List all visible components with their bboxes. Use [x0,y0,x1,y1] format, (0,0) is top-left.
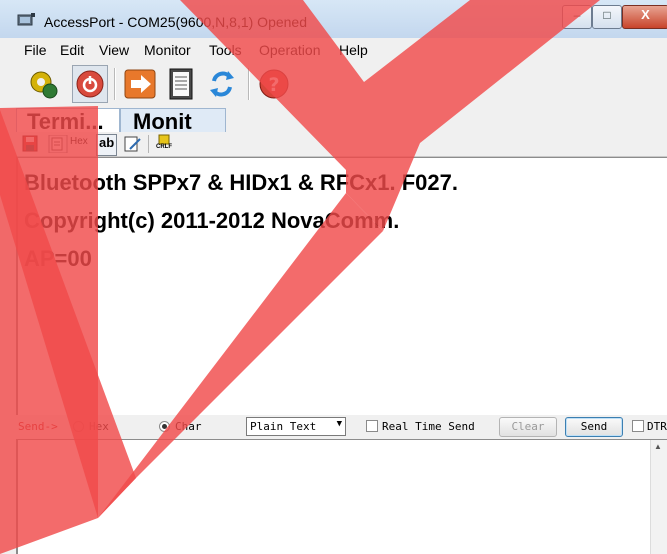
notepad-icon [169,68,193,100]
menu-help[interactable]: Help [339,42,368,58]
hex-radio-label: Hex [89,420,109,433]
char-radio[interactable] [159,421,170,432]
menu-view[interactable]: View [99,42,129,58]
close-button[interactable]: X [622,5,667,29]
title-bar: AccessPort - COM25(9600,N,8,1) Opened – … [0,0,667,38]
save-icon[interactable] [22,135,38,153]
power-icon [76,70,104,98]
toolbar-separator [248,68,250,100]
terminal-line: Copyright(c) 2011-2012 NovaComm. [24,208,400,233]
tab-strip: Termi... Monit [0,108,667,132]
dtr-label: DTR [647,420,667,433]
minimize-icon: – [573,8,581,22]
menu-file[interactable]: File [24,42,47,58]
tab-terminal[interactable]: Termi... [16,108,120,132]
arrow-right-icon [124,69,156,99]
menu-tools[interactable]: Tools [209,42,242,58]
svg-text:?: ? [268,74,279,96]
minimize-button[interactable]: – [562,5,592,29]
toolbar-separator [148,135,149,153]
hex-view-icon[interactable] [48,135,68,153]
dtr-checkbox[interactable] [632,420,644,432]
terminal-line: AP=00 [24,246,92,271]
power-button[interactable] [72,65,108,103]
help-button[interactable]: ? [256,65,292,103]
send-scrollbar[interactable]: ▲ [650,440,667,554]
refresh-button[interactable] [204,65,240,103]
window-frame-left [0,108,16,554]
hex-radio[interactable] [73,421,84,432]
ascii-toggle[interactable]: ab [96,134,118,156]
help-icon: ? [259,69,289,99]
menu-operation[interactable]: Operation [259,42,320,58]
close-icon: X [641,7,650,22]
menu-edit[interactable]: Edit [60,42,84,58]
edit-icon[interactable] [124,135,142,153]
format-select[interactable]: Plain Text ▼ [246,417,346,436]
real-time-send-label: Real Time Send [382,420,475,433]
chevron-down-icon: ▼ [336,419,342,429]
send-bar: Send-> Hex Char Plain Text ▼ Real Time S… [16,415,667,439]
tab-monitor[interactable]: Monit [120,108,226,132]
send-file-button[interactable] [122,65,158,103]
maximize-button[interactable]: □ [592,5,622,29]
crlf-label: CRLF [156,144,172,150]
send-input-area[interactable]: ▲ [16,439,667,554]
clear-button[interactable]: Clear [499,417,557,437]
log-button[interactable] [164,65,200,103]
hex-toggle[interactable]: Hex [70,136,88,154]
maximize-icon: □ [603,8,611,22]
terminal-output[interactable]: Bluetooth SPPx7 & HIDx1 & RFCx1. F027. C… [16,157,667,415]
gear-connect-icon [30,71,58,99]
terminal-toolbar: Hex ab CRLF [16,132,667,157]
menu-monitor[interactable]: Monitor [144,42,191,58]
menu-bar: File Edit View Monitor Tools Operation H… [0,38,667,63]
window-title: AccessPort - COM25(9600,N,8,1) Opened [44,14,308,30]
send-label: Send-> [18,420,58,433]
terminal-line: Bluetooth SPPx7 & HIDx1 & RFCx1. F027. [24,170,458,195]
scroll-up-icon: ▲ [654,442,662,451]
real-time-send-checkbox[interactable] [366,420,378,432]
send-button[interactable]: Send [565,417,623,437]
toolbar-separator [114,68,116,100]
app-icon [17,13,35,26]
crlf-button[interactable]: CRLF [154,134,174,154]
refresh-icon [210,71,234,97]
format-select-value: Plain Text [250,420,317,433]
connect-settings-button[interactable] [26,65,62,103]
char-radio-label: Char [175,420,202,433]
main-toolbar: ? [0,62,667,108]
